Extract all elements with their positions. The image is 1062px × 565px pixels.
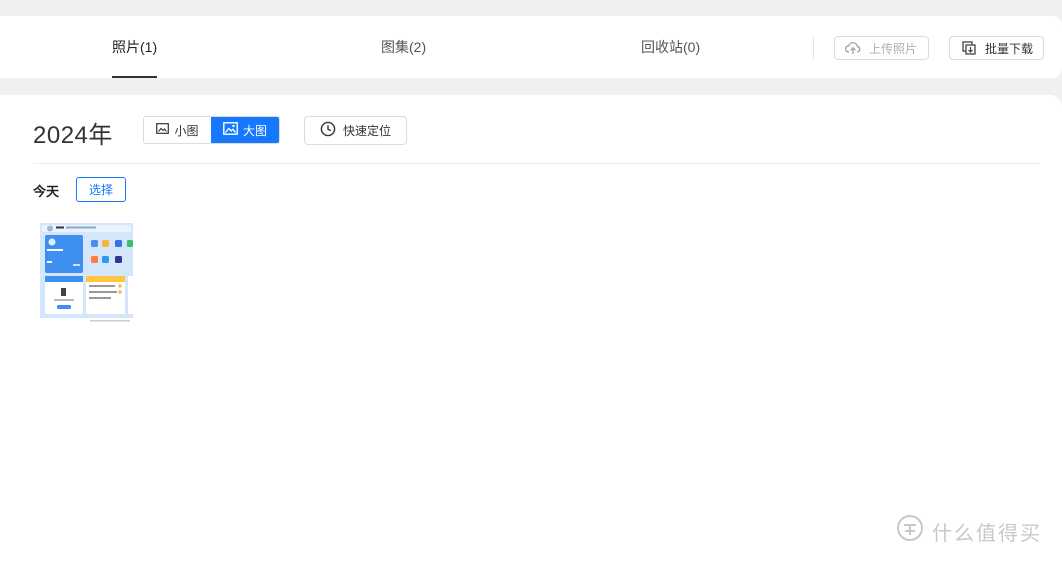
quick-locate-label: 快速定位 xyxy=(343,124,392,138)
small-view-label: 小图 xyxy=(174,123,199,138)
date-group-label: 今天 xyxy=(33,184,60,199)
header-divider xyxy=(33,163,1040,164)
photo-panel: 2024年 小图 大图 快速定位 今天 选择 xyxy=(0,95,1062,565)
watermark-logo-icon xyxy=(896,514,924,548)
small-view-option[interactable]: 小图 xyxy=(144,117,211,143)
upload-photos-label: 上传照片 xyxy=(869,41,918,56)
toolbar-divider xyxy=(813,37,814,59)
upload-photos-button[interactable]: 上传照片 xyxy=(834,36,929,60)
quick-locate-button[interactable]: 快速定位 xyxy=(304,116,407,145)
watermark: 什么值得买 xyxy=(896,514,1042,548)
clock-icon xyxy=(320,121,336,140)
image-icon xyxy=(156,123,170,137)
photo-thumbnail[interactable] xyxy=(40,223,133,323)
large-view-label: 大图 xyxy=(242,123,267,138)
cloud-upload-icon xyxy=(845,41,861,55)
batch-download-label: 批量下载 xyxy=(985,41,1034,56)
tab-albums[interactable]: 图集(2) xyxy=(381,16,426,78)
tab-recycle-bin[interactable]: 回收站(0) xyxy=(641,16,700,78)
batch-download-button[interactable]: 批量下载 xyxy=(949,36,1044,60)
watermark-text: 什么值得买 xyxy=(932,522,1042,545)
tab-photos[interactable]: 照片(1) xyxy=(112,16,158,78)
large-view-option[interactable]: 大图 xyxy=(211,117,279,143)
view-size-toggle: 小图 大图 xyxy=(143,116,280,144)
copy-download-icon xyxy=(962,41,976,55)
year-heading: 2024年 xyxy=(33,122,113,149)
top-tab-bar: 照片(1) 图集(2) 回收站(0) 上传照片 批量下载 xyxy=(0,16,1062,78)
image-icon xyxy=(223,122,238,138)
select-button[interactable]: 选择 xyxy=(76,177,126,202)
